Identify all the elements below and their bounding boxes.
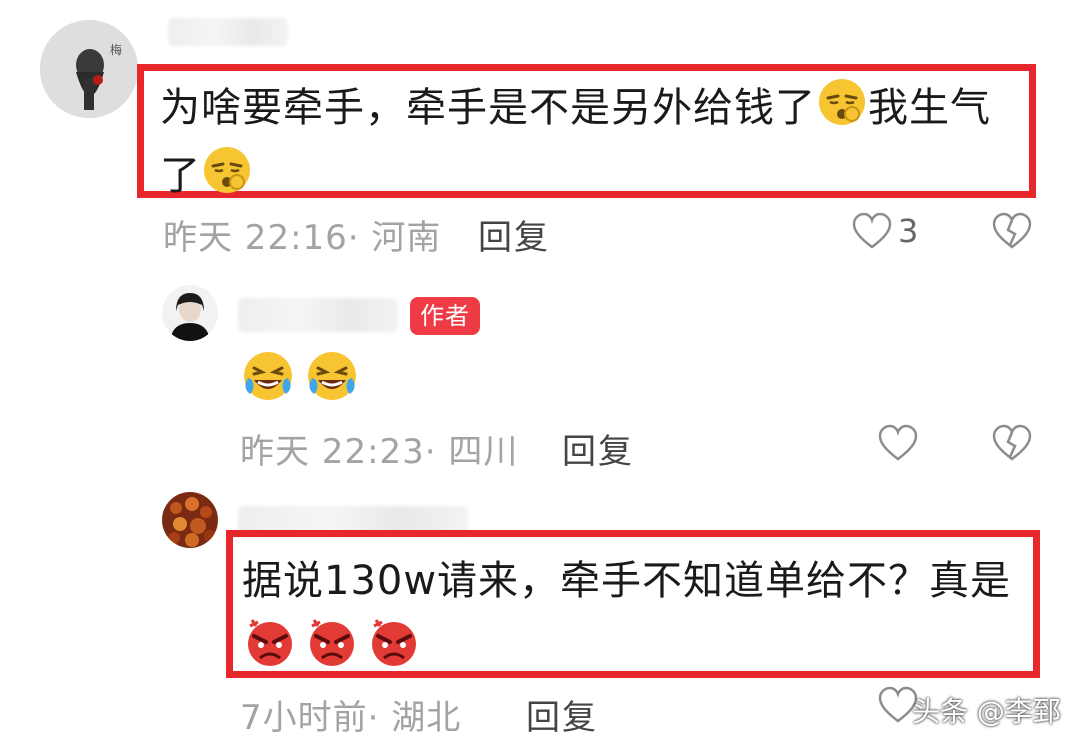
sulky-emoji-icon xyxy=(201,144,253,212)
comment-meta-1: 昨天 22:16· 河南 xyxy=(163,218,442,258)
dislike-button-2[interactable] xyxy=(992,424,1032,466)
like-button-2[interactable] xyxy=(878,424,918,466)
svg-text:梅: 梅 xyxy=(110,42,122,57)
comment-text-line: 了 xyxy=(160,153,201,199)
angry-emoji-icon xyxy=(366,616,422,684)
sulky-emoji-icon xyxy=(816,76,868,144)
avatar-commenter-1[interactable]: 梅 xyxy=(40,20,138,118)
heart-icon xyxy=(852,212,892,249)
avatar-image xyxy=(162,492,218,548)
reply-button-3[interactable]: 回复 xyxy=(526,690,598,739)
heart-broken-icon xyxy=(992,212,1032,249)
comment-text-line: 据说130w请来，牵手不知道单给不？真是 xyxy=(242,558,1012,604)
comment-text-2 xyxy=(240,348,360,408)
avatar-image: 梅 xyxy=(40,20,138,118)
comment-text-1: 为啥要牵手，牵手是不是另外给钱了 我生气 了 xyxy=(160,76,1030,212)
avatar-author[interactable] xyxy=(162,285,218,341)
reply-button-1[interactable]: 回复 xyxy=(478,210,550,259)
heart-icon xyxy=(878,424,918,461)
avatar-image xyxy=(162,285,218,341)
comment-time: 昨天 22:23 xyxy=(240,432,425,472)
like-button-1[interactable]: 3 xyxy=(852,212,918,250)
watermark: 头条 @李郅 xyxy=(912,695,1061,728)
laughing-tears-emoji-icon xyxy=(240,348,296,408)
author-badge: 作者 xyxy=(410,297,480,335)
comment-text-line: 为啥要牵手，牵手是不是另外给钱了 xyxy=(160,85,816,131)
comment-location: 湖北 xyxy=(391,698,462,738)
reply-button-2[interactable]: 回复 xyxy=(562,424,634,473)
heart-broken-icon xyxy=(992,424,1032,461)
author-name-blurred xyxy=(238,298,398,332)
comment-text-line: 我生气 xyxy=(868,85,991,131)
comment-text-3: 据说130w请来，牵手不知道单给不？真是 xyxy=(242,552,1032,684)
laughing-tears-emoji-icon xyxy=(304,348,360,408)
comment-time: 7小时前 xyxy=(240,698,368,738)
like-count: 3 xyxy=(898,212,919,250)
angry-emoji-icon xyxy=(242,616,298,684)
comment-meta-3: 7小时前· 湖北 xyxy=(240,698,462,738)
commenter-name-blurred xyxy=(168,18,288,46)
comment-time: 昨天 22:16 xyxy=(163,218,348,258)
angry-emoji-icon xyxy=(304,616,360,684)
comment-location: 四川 xyxy=(448,432,519,472)
avatar-commenter-3[interactable] xyxy=(162,492,218,548)
comment-location: 河南 xyxy=(371,218,442,258)
dislike-button-1[interactable] xyxy=(992,212,1032,254)
comment-meta-2: 昨天 22:23· 四川 xyxy=(240,432,519,472)
